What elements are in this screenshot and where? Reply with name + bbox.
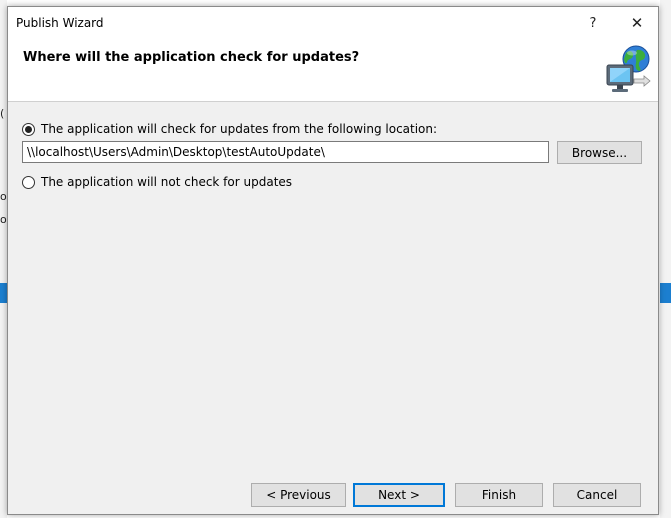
- title-bar[interactable]: Publish Wizard ? ✕: [8, 7, 658, 39]
- background-selection-bar-right: [660, 283, 671, 303]
- globe-computer-icon: [606, 45, 651, 92]
- help-button[interactable]: ?: [578, 11, 608, 35]
- no-check-updates-label[interactable]: The application will not check for updat…: [41, 175, 292, 189]
- publish-wizard-dialog: Publish Wizard ? ✕ Where will the applic…: [7, 6, 659, 515]
- wizard-content: The application will check for updates f…: [8, 102, 658, 462]
- window-title: Publish Wizard: [16, 16, 104, 30]
- check-updates-radio[interactable]: [22, 122, 35, 136]
- check-updates-label[interactable]: The application will check for updates f…: [41, 122, 437, 136]
- background-right-edge: [660, 0, 671, 518]
- next-button[interactable]: Next >: [353, 483, 445, 507]
- update-location-input[interactable]: [22, 141, 549, 163]
- no-check-updates-radio[interactable]: [22, 175, 35, 189]
- no-check-updates-option[interactable]: The application will not check for updat…: [22, 175, 292, 189]
- close-button[interactable]: ✕: [622, 11, 652, 35]
- finish-button[interactable]: Finish: [455, 483, 543, 507]
- browse-button[interactable]: Browse...: [557, 141, 642, 164]
- page-title: Where will the application check for upd…: [23, 50, 360, 65]
- background-text-fragment: (: [0, 107, 5, 120]
- background-left-edge: [0, 0, 7, 518]
- background-selection-bar-left: [0, 283, 7, 303]
- wizard-header: Where will the application check for upd…: [8, 39, 658, 102]
- cancel-button[interactable]: Cancel: [553, 483, 641, 507]
- check-updates-option[interactable]: The application will check for updates f…: [22, 122, 437, 136]
- previous-button[interactable]: < Previous: [251, 483, 346, 507]
